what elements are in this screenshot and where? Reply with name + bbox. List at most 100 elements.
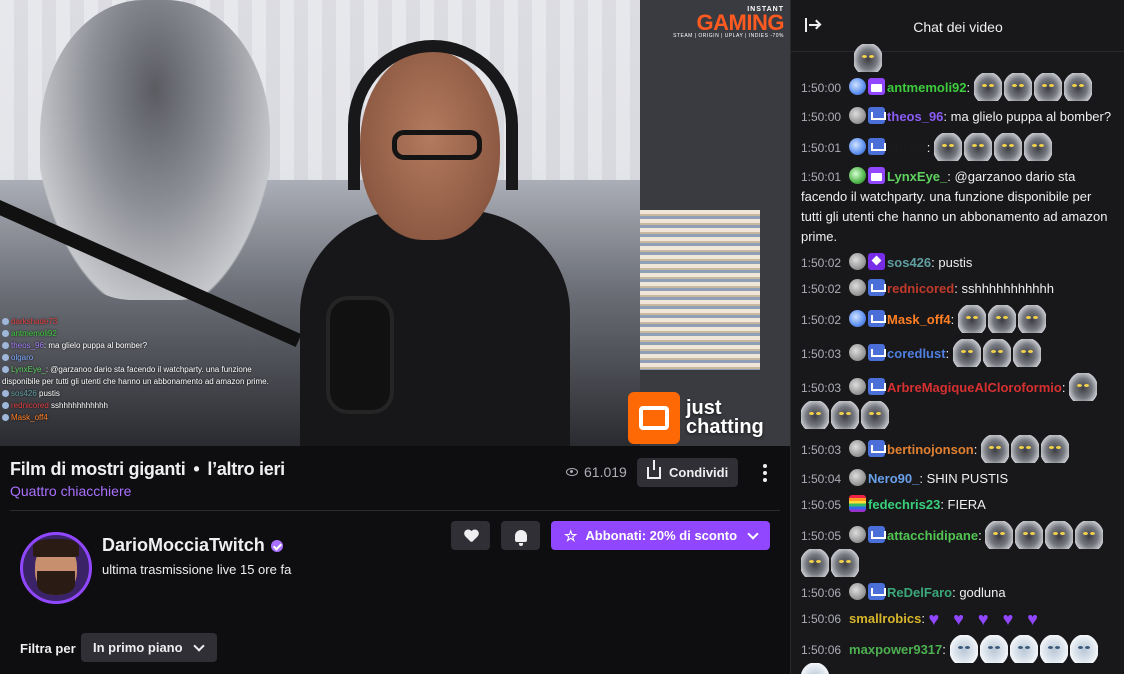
just-chatting-logo: just chatting (628, 392, 764, 444)
cat-emote (1010, 435, 1039, 463)
cat-emote (1063, 73, 1092, 101)
star-icon: ☆ (563, 527, 578, 545)
drop-badge-icon (849, 440, 867, 457)
chat-message: 1:50:04 Nero90_: SHIN PUSTIS (801, 469, 1009, 486)
purple-heart-emote: ♥ (953, 609, 964, 629)
drop-badge-icon (849, 78, 867, 95)
overlay-chat-line: sos426 pustis (2, 388, 292, 400)
purple-heart-emote: ♥ (1027, 609, 1038, 629)
cat-emote (861, 401, 889, 429)
cat-emote (980, 435, 1009, 463)
crown-badge-icon (868, 107, 887, 124)
verified-icon (270, 539, 283, 552)
crown-badge-icon (868, 279, 887, 296)
cat-emote (934, 133, 963, 161)
video-player[interactable]: INSTANT GAMING STEAM | ORIGIN | UPLAY | … (0, 0, 790, 446)
crown-badge-icon (868, 310, 887, 327)
drop-badge-icon (849, 378, 867, 395)
crown-badge-icon (868, 526, 887, 543)
chat-message: 1:50:02 Mask_off4: (791, 302, 1124, 336)
drop-badge-icon (849, 253, 867, 270)
drop-badge-icon (849, 279, 867, 296)
crown-badge-icon (868, 440, 887, 457)
subscribe-button[interactable]: ☆ Abbonati: 20% di sconto (551, 521, 770, 550)
chat-message: 1:50:01 LynxEye_: @garzanoo dario sta fac… (801, 167, 1108, 244)
overlay-chat-line: antmemoli92 (2, 328, 292, 340)
cat-emote (994, 133, 1023, 161)
view-count: 61.019 (566, 464, 627, 480)
cat-emote (1069, 373, 1098, 401)
drop-badge-icon (849, 310, 867, 327)
chat-message: 1:50:01 olgaro: (791, 130, 1124, 164)
cat-emote (949, 635, 978, 663)
share-button[interactable]: Condividi (637, 458, 739, 487)
chat-message: 1:50:06 maxpower9317: (791, 632, 1124, 674)
more-options-button[interactable] (754, 460, 776, 486)
pride-badge-icon (849, 495, 867, 512)
chat-message: 1:50:05 attacchidipane: (791, 518, 1124, 580)
overlay-chat-line: olgaro (2, 352, 292, 364)
cat-emote (1075, 521, 1104, 549)
drop-badge-icon (849, 107, 867, 124)
channel-avatar[interactable] (20, 532, 92, 604)
cat-emote (1003, 73, 1032, 101)
cat-emote (979, 635, 1008, 663)
chat-message: 1:50:02 sos426: pustis (801, 253, 973, 270)
chat-panel: Chat dei video 1:50:00 antmemoli92: 1:50:… (790, 0, 1124, 674)
cat-emote (952, 339, 981, 367)
overlay-chat-line: LynxEye_: @garzanoo dario sta facendo il… (2, 364, 292, 376)
cat-emote (1039, 635, 1068, 663)
cat-figure (40, 0, 270, 300)
sponsor-logo: INSTANT GAMING STEAM | ORIGIN | UPLAY | … (673, 6, 784, 39)
cat-emote (973, 73, 1002, 101)
chat-message: 1:50:02 rednicored: sshhhhhhhhhhh (801, 279, 1054, 296)
follow-button[interactable] (451, 521, 490, 550)
purple-heart-emote: ♥ (1002, 609, 1014, 629)
cat-emote (1009, 635, 1038, 663)
crown-badge-icon (868, 378, 887, 395)
gem-badge-icon (868, 253, 886, 270)
cat-emote (1017, 305, 1046, 333)
share-icon (647, 459, 661, 479)
channel-name[interactable]: DarioMocciaTwitch (102, 535, 283, 556)
overlay-chat-line: Mask_off4 (2, 412, 292, 424)
filter-dropdown[interactable]: In primo piano (81, 633, 217, 662)
category-link[interactable]: Quattro chiacchiere (10, 483, 131, 499)
drop-badge-icon (849, 344, 867, 361)
drop-badge-icon (849, 469, 867, 486)
chat-message-list[interactable]: 1:50:00 antmemoli92: 1:50:00 theos_96: ma … (791, 44, 1124, 674)
drop-badge-icon (849, 526, 867, 543)
overlay-chat-line: theos_96: ma glielo puppa al bomber? (2, 340, 292, 352)
notifications-button[interactable] (501, 521, 540, 550)
cat-emote (801, 401, 829, 429)
video-title: Film di mostri giganti • l’altro ieri (10, 459, 285, 479)
chevron-down-icon (747, 527, 759, 540)
cat-emote (831, 401, 859, 429)
bell-icon (514, 529, 527, 546)
purple-heart-emote: ♥ (977, 609, 989, 629)
cat-emote (801, 663, 829, 674)
cat-emote (801, 549, 829, 577)
filter-label: Filtra per (20, 641, 76, 656)
video-info: Film di mostri giganti • l’altro ieri Quat… (0, 446, 790, 674)
chat-message: 1:50:06 smallrobics: ♥ ♥ ♥ ♥ ♥ (801, 609, 1038, 629)
gift-badge-icon (868, 167, 886, 184)
chat-bubble-icon (628, 392, 680, 444)
cat-emote (1015, 521, 1044, 549)
background-books (640, 210, 760, 370)
chat-message: 1:50:06 ReDelFaro: godluna (801, 583, 1006, 600)
overlay-chat-line: disponibile per tutti gli utenti che han… (2, 377, 269, 386)
purple-heart-emote: ♥ (928, 609, 940, 629)
crown-badge-icon (868, 344, 887, 361)
cat-emote (987, 305, 1016, 333)
chat-message: 1:50:03 bertinojonson: (791, 432, 1124, 466)
cat-emote (982, 339, 1011, 367)
cat-emote (831, 549, 859, 577)
chat-header: Chat dei video (791, 0, 1124, 52)
crown-badge-icon (868, 138, 887, 155)
drop-badge-icon (849, 138, 867, 155)
chat-message: 1:50:03 coredlust: (791, 336, 1124, 370)
chat-message: 1:50:00 antmemoli92: (791, 70, 1124, 104)
overlay-chat-line: rednicored sshhhhhhhhhhh (2, 400, 292, 412)
cat-emote (964, 133, 993, 161)
